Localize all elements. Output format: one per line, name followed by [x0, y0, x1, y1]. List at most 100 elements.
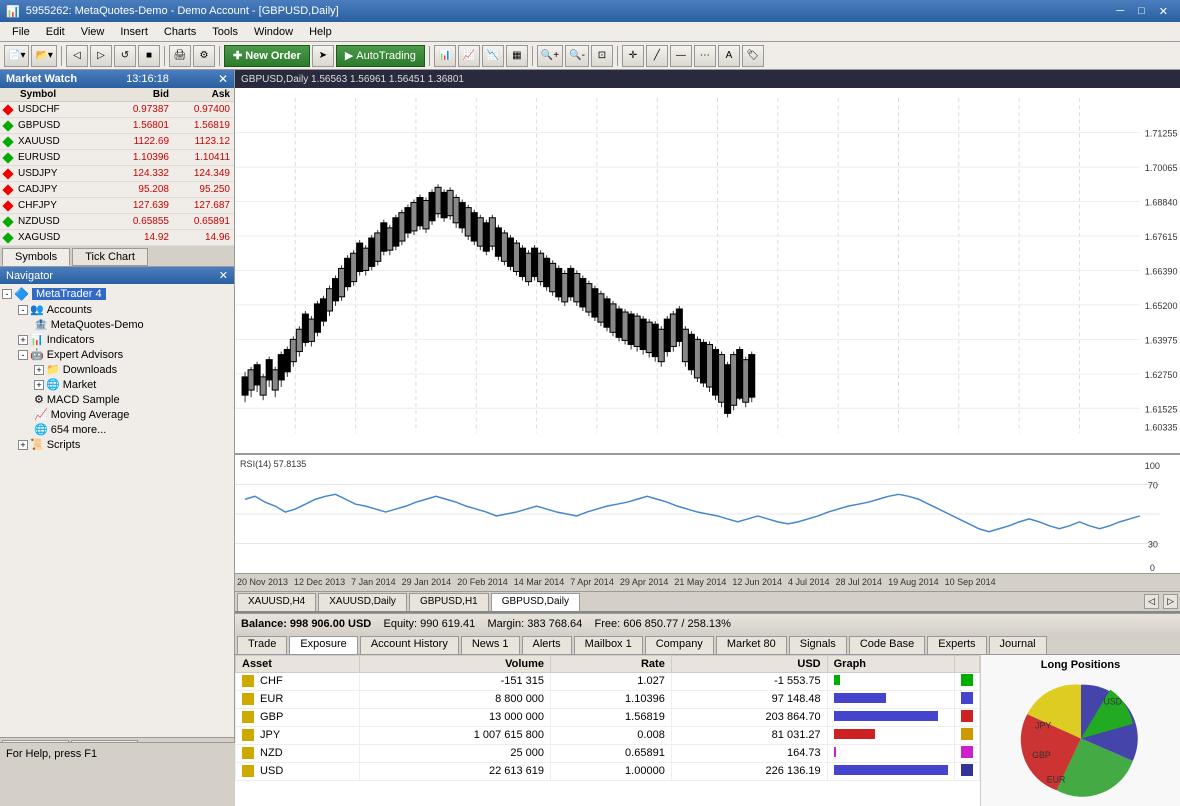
- tab-tick-chart[interactable]: Tick Chart: [72, 248, 148, 266]
- nav-item-scripts[interactable]: + 📜 Scripts: [2, 437, 232, 452]
- nav-item-mt4[interactable]: - 🔷 MetaTrader 4: [2, 286, 232, 302]
- market-row-cadjpy[interactable]: CADJPY 95.208 95.250: [0, 182, 234, 198]
- table-row[interactable]: GBP 13 000 000 1.56819 203 864.70: [236, 708, 980, 726]
- expand-downloads[interactable]: +: [34, 365, 44, 375]
- toolbar-open[interactable]: 📂▾: [31, 45, 56, 67]
- nav-item-accounts[interactable]: - 👥 Accounts: [2, 302, 232, 317]
- toolbar-chart4[interactable]: ▦: [506, 45, 528, 67]
- toolbar-sep-5: [532, 46, 533, 66]
- toolbar-hline[interactable]: —: [670, 45, 692, 67]
- toolbar-chart1[interactable]: 📊: [434, 45, 456, 67]
- bottom-tab-news[interactable]: News 1: [461, 636, 520, 654]
- bottom-tab-company[interactable]: Company: [645, 636, 714, 654]
- toolbar-zoom-out[interactable]: 🔍-: [565, 45, 589, 67]
- expand-scripts[interactable]: +: [18, 440, 28, 450]
- chart-tab-xauusd-daily[interactable]: XAUUSD,Daily: [318, 593, 407, 611]
- chart-scroll-left[interactable]: ◁: [1144, 594, 1159, 609]
- chart-tab-xauusd-h4[interactable]: XAUUSD,H4: [237, 593, 316, 611]
- toolbar-zoom-in[interactable]: 🔍+: [537, 45, 563, 67]
- expand-mt4[interactable]: -: [2, 289, 12, 299]
- ask-gbpusd: 1.56819: [169, 120, 234, 131]
- bottom-tab-journal[interactable]: Journal: [989, 636, 1047, 654]
- toolbar-line[interactable]: ╱: [646, 45, 668, 67]
- bottom-tab-account-history[interactable]: Account History: [360, 636, 459, 654]
- market-row-nzdusd[interactable]: NZDUSD 0.65855 0.65891: [0, 214, 234, 230]
- toolbar-fit[interactable]: ⊡: [591, 45, 613, 67]
- bottom-tab-trade[interactable]: Trade: [237, 636, 287, 654]
- expand-market[interactable]: +: [34, 380, 44, 390]
- toolbar-chart2[interactable]: 📈: [458, 45, 480, 67]
- market-row-chfjpy[interactable]: CHFJPY 127.639 127.687: [0, 198, 234, 214]
- bottom-tab-market[interactable]: Market 80: [716, 636, 787, 654]
- toolbar-label[interactable]: 🏷: [742, 45, 764, 67]
- toolbar-text[interactable]: A: [718, 45, 740, 67]
- expand-ea[interactable]: -: [18, 350, 28, 360]
- minimize-button[interactable]: ─: [1110, 2, 1130, 20]
- maximize-button[interactable]: □: [1132, 2, 1151, 20]
- nav-item-downloads[interactable]: + 📁 Downloads: [2, 362, 232, 377]
- menu-edit[interactable]: Edit: [38, 24, 73, 40]
- market-row-gbpusd[interactable]: GBPUSD 1.56801 1.56819: [0, 118, 234, 134]
- nav-item-expert-advisors[interactable]: - 🤖 Expert Advisors: [2, 347, 232, 362]
- toolbar-arrow[interactable]: ➤: [312, 45, 334, 67]
- nav-item-more[interactable]: 🌐 654 more...: [2, 422, 232, 437]
- asset-icon: [242, 711, 254, 723]
- menu-charts[interactable]: Charts: [156, 24, 204, 40]
- main-chart[interactable]: 1.71255 1.70065 1.68840 1.67615 1.66390 …: [235, 88, 1180, 453]
- nav-item-indicators[interactable]: + 📊 Indicators: [2, 332, 232, 347]
- market-row-xagusd[interactable]: XAGUSD 14.92 14.96: [0, 230, 234, 246]
- market-row-usdchf[interactable]: USDCHF 0.97387 0.97400: [0, 102, 234, 118]
- bottom-tab-exposure[interactable]: Exposure: [289, 636, 357, 654]
- toolbar-refresh[interactable]: ↺: [114, 45, 136, 67]
- market-row-xauusd[interactable]: XAUUSD 1122.69 1123.12: [0, 134, 234, 150]
- nav-label-mt4[interactable]: MetaTrader 4: [32, 288, 106, 300]
- nav-tab-common[interactable]: Common: [2, 740, 69, 742]
- bottom-tab-mailbox[interactable]: Mailbox 1: [574, 636, 643, 654]
- td-colorbox: [955, 690, 980, 708]
- toolbar-prop[interactable]: ⚙: [193, 45, 215, 67]
- menu-insert[interactable]: Insert: [112, 24, 156, 40]
- menu-view[interactable]: View: [73, 24, 113, 40]
- table-row[interactable]: JPY 1 007 615 800 0.008 81 031.27: [236, 726, 980, 744]
- chart-tab-gbpusd-daily[interactable]: GBPUSD,Daily: [491, 593, 580, 611]
- bottom-tab-alerts[interactable]: Alerts: [522, 636, 572, 654]
- table-row[interactable]: USD 22 613 619 1.00000 226 136.19: [236, 762, 980, 780]
- market-row-usdjpy[interactable]: USDJPY 124.332 124.349: [0, 166, 234, 182]
- bottom-tab-signals[interactable]: Signals: [789, 636, 847, 654]
- toolbar-stop[interactable]: ■: [138, 45, 160, 67]
- menu-tools[interactable]: Tools: [204, 24, 246, 40]
- toolbar-print[interactable]: 🖨: [169, 45, 191, 67]
- nav-tab-favorites[interactable]: Favorites: [71, 740, 138, 742]
- toolbar-crosshair[interactable]: ✛: [622, 45, 644, 67]
- market-row-eurusd[interactable]: EURUSD 1.10396 1.10411: [0, 150, 234, 166]
- menu-file[interactable]: File: [4, 24, 38, 40]
- toolbar-chart3[interactable]: 📉: [482, 45, 504, 67]
- bid-cadjpy: 95.208: [89, 184, 169, 195]
- menu-help[interactable]: Help: [301, 24, 340, 40]
- expand-indicators[interactable]: +: [18, 335, 28, 345]
- nav-item-macd[interactable]: ⚙ MACD Sample: [2, 392, 232, 407]
- navigator-close[interactable]: ✕: [219, 269, 228, 282]
- table-row[interactable]: CHF -151 315 1.027 -1 553.75: [236, 672, 980, 690]
- table-row[interactable]: EUR 8 800 000 1.10396 97 148.48: [236, 690, 980, 708]
- menu-window[interactable]: Window: [246, 24, 301, 40]
- tab-symbols[interactable]: Symbols: [2, 248, 70, 266]
- bottom-tab-experts[interactable]: Experts: [927, 636, 986, 654]
- bottom-tab-codebase[interactable]: Code Base: [849, 636, 925, 654]
- nav-item-moving-avg[interactable]: 📈 Moving Average: [2, 407, 232, 422]
- nav-item-market[interactable]: + 🌐 Market: [2, 377, 232, 392]
- toolbar-forward[interactable]: ▷: [90, 45, 112, 67]
- new-order-button[interactable]: ✚ New Order: [224, 45, 310, 67]
- nav-item-demo-account[interactable]: 🏦 MetaQuotes-Demo: [2, 317, 232, 332]
- autotrading-button[interactable]: ▶ AutoTrading: [336, 45, 425, 67]
- toolbar-back[interactable]: ◁: [66, 45, 88, 67]
- chart-scroll-right[interactable]: ▷: [1163, 594, 1178, 609]
- expand-accounts[interactable]: -: [18, 305, 28, 315]
- toolbar-new[interactable]: 📄▾: [4, 45, 29, 67]
- bid-xagusd: 14.92: [89, 232, 169, 243]
- market-watch-close[interactable]: ✕: [218, 72, 228, 86]
- table-row[interactable]: NZD 25 000 0.65891 164.73: [236, 744, 980, 762]
- chart-tab-gbpusd-h1[interactable]: GBPUSD,H1: [409, 593, 489, 611]
- close-button[interactable]: ✕: [1153, 2, 1174, 20]
- toolbar-more[interactable]: ⋯: [694, 45, 716, 67]
